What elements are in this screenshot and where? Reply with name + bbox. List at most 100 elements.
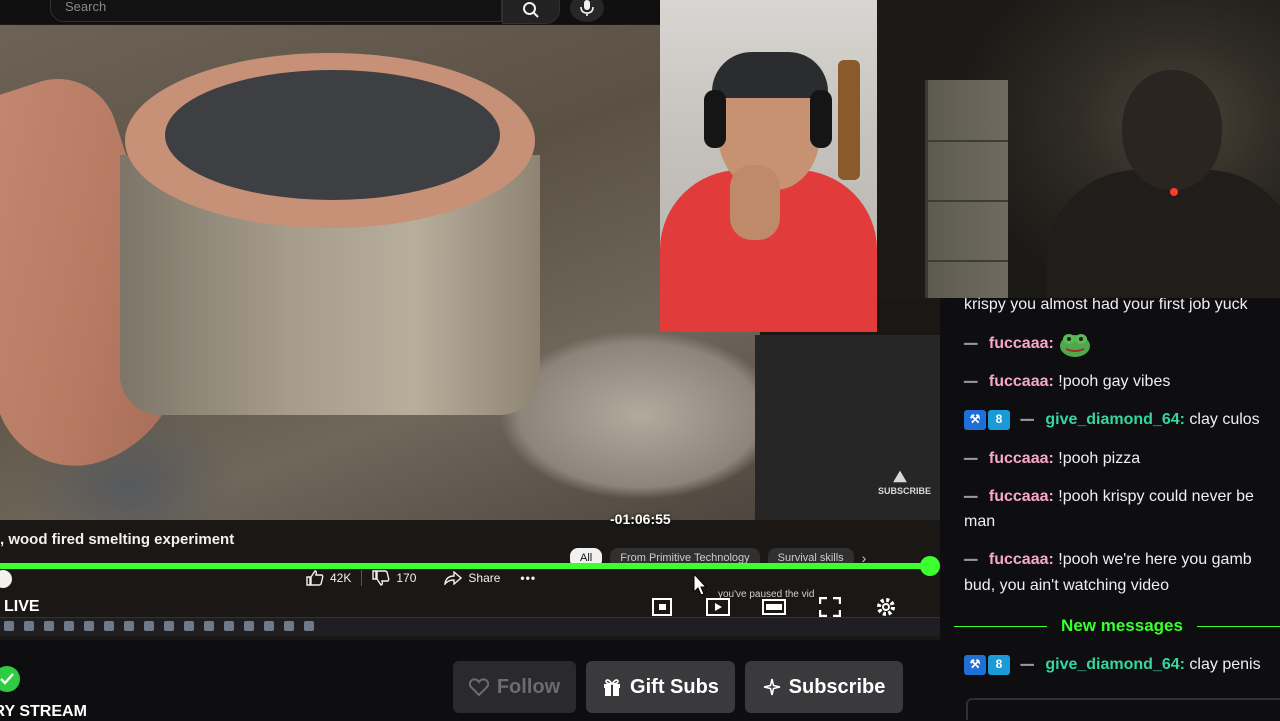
chat-reply-arrow-icon: ━━: [1020, 658, 1033, 672]
taskbar-icons: [4, 621, 314, 631]
new-messages-line: [954, 625, 1048, 627]
share-label: Share: [468, 571, 501, 585]
subscribe-button[interactable]: Subscribe: [745, 661, 903, 713]
time-remaining: -01:06:55: [610, 511, 671, 527]
cabinet-drawer-line: [928, 200, 1008, 202]
video-furnace-hole: [165, 70, 500, 200]
voice-search-button[interactable]: [570, 0, 604, 22]
chat-reply-arrow-icon: ━━: [964, 553, 977, 567]
webcam-cabinet: [925, 80, 1008, 298]
pepe-emote-icon: [1060, 334, 1091, 357]
hammer-badge-icon[interactable]: ⚒: [964, 409, 986, 430]
chat-message-continuation: man: [964, 509, 1280, 534]
search-bar: Search: [0, 0, 660, 24]
share-button[interactable]: Share: [434, 566, 510, 590]
chat-message: ━━ fuccaaa: !pooh pizza: [964, 446, 1280, 472]
taskbar-app-icon[interactable]: [104, 621, 114, 631]
chat-message: ━━ fuccaaa: !pooh krispy could never be: [964, 484, 1280, 510]
progress-scrubber[interactable]: [920, 556, 940, 576]
taskbar-app-icon[interactable]: [264, 621, 274, 631]
chat-message-text: clay penis: [1184, 656, 1261, 673]
taskbar-app-icon[interactable]: [184, 621, 194, 631]
cabinet-drawer-line: [928, 140, 1008, 142]
os-taskbar: [0, 617, 940, 636]
subscribe-watermark[interactable]: ⛰ SUBSCRIBE: [878, 469, 931, 502]
cabinet-drawer-line: [928, 260, 1008, 262]
follow-label: Follow: [496, 675, 561, 698]
taskbar-app-icon[interactable]: [284, 621, 294, 631]
search-input[interactable]: Search: [50, 0, 502, 22]
chat-message: ⚒ 8 ━━ give_diamond_64: clay penis: [964, 652, 1280, 678]
chat-message-text: !pooh gay vibes: [1053, 373, 1171, 390]
channel-name[interactable]: CRY STREAM: [0, 703, 87, 721]
chat-message-text: bud, you ain't watching video: [964, 577, 1169, 594]
like-button[interactable]: 42K: [296, 566, 361, 590]
chat-username[interactable]: fuccaaa: [989, 373, 1049, 390]
chat-message-text: krispy you almost had your first job yuc…: [964, 298, 1248, 313]
new-messages-label: New messages: [1061, 616, 1183, 635]
taskbar-app-icon[interactable]: [124, 621, 134, 631]
new-messages-line: [1196, 625, 1280, 627]
taskbar-app-icon[interactable]: [304, 621, 314, 631]
chat-colon: :: [1048, 335, 1054, 353]
thumbs-up-icon: [306, 570, 324, 586]
taskbar-app-icon[interactable]: [44, 621, 54, 631]
webcam-mic-light: [1170, 188, 1178, 196]
search-icon: [523, 2, 539, 18]
chat-badges: ⚒ 8: [964, 654, 1010, 675]
taskbar-app-icon[interactable]: [84, 621, 94, 631]
webcam-hand: [730, 165, 780, 240]
gift-subs-button[interactable]: Gift Subs: [586, 661, 735, 713]
8s-badge-icon[interactable]: 8: [988, 654, 1010, 675]
chat-reply-arrow-icon: ━━: [964, 375, 977, 389]
chat-message-continuation: bud, you ain't watching video: [964, 573, 1280, 598]
chat-reply-arrow-icon: ━━: [1020, 413, 1033, 427]
chat-username[interactable]: fuccaaa: [989, 488, 1049, 505]
chat-message-text: !pooh krispy could never be: [1053, 488, 1254, 505]
video-actions: 42K 170 Share •••: [296, 566, 546, 590]
taskbar-app-icon[interactable]: [4, 621, 14, 631]
chat-input[interactable]: [966, 698, 1280, 720]
more-actions-button[interactable]: •••: [510, 566, 546, 590]
channel-logo-icon: ⛰: [893, 469, 907, 486]
chat-username[interactable]: fuccaaa: [989, 551, 1049, 568]
follow-button[interactable]: Follow: [453, 661, 576, 713]
taskbar-app-icon[interactable]: [244, 621, 254, 631]
gear-icon: [877, 598, 895, 616]
chat-message: ━━ fuccaaa: !pooh gay vibes: [964, 369, 1280, 395]
miniplayer-icon: [652, 598, 672, 616]
chat-message-text: !pooh pizza: [1053, 450, 1141, 467]
webcam-headset: [704, 90, 726, 148]
heart-icon: [468, 678, 489, 696]
taskbar-app-icon[interactable]: [64, 621, 74, 631]
dislike-button[interactable]: 170: [362, 566, 426, 590]
like-count: 42K: [330, 571, 352, 585]
chat-message-text: man: [964, 513, 996, 530]
webcam-guest: [877, 0, 1280, 298]
chat-message-text: !pooh we're here you gamb: [1053, 551, 1252, 568]
webcam-guitar: [838, 60, 860, 180]
taskbar-app-icon[interactable]: [204, 621, 214, 631]
chat-username[interactable]: give_diamond_64: [1045, 411, 1179, 428]
chat-message: ━━ fuccaaa: !pooh we're here you gamb: [964, 547, 1280, 573]
subtitles-icon: [706, 598, 730, 616]
taskbar-app-icon[interactable]: [144, 621, 154, 631]
taskbar-app-icon[interactable]: [224, 621, 234, 631]
progress-knob-left[interactable]: [0, 570, 12, 588]
chat-reply-arrow-icon: ━━: [964, 452, 977, 466]
new-messages-divider[interactable]: New messages: [954, 616, 1280, 636]
chat-username[interactable]: fuccaaa: [989, 450, 1049, 467]
taskbar-app-icon[interactable]: [24, 621, 34, 631]
chat-reply-arrow-icon: ━━: [964, 490, 977, 504]
chat-username[interactable]: give_diamond_64: [1045, 656, 1179, 673]
8s-badge-icon[interactable]: 8: [988, 409, 1010, 430]
thumbs-down-icon: [372, 570, 390, 586]
chat-username[interactable]: fuccaaa: [989, 335, 1049, 352]
taskbar-app-icon[interactable]: [164, 621, 174, 631]
gift-icon: [604, 679, 621, 696]
hammer-badge-icon[interactable]: ⚒: [964, 654, 986, 675]
search-button[interactable]: [502, 0, 560, 24]
subscribe-watermark-label: SUBSCRIBE: [878, 486, 932, 496]
fullscreen-icon: [819, 597, 841, 617]
webcam-headset: [810, 90, 832, 148]
